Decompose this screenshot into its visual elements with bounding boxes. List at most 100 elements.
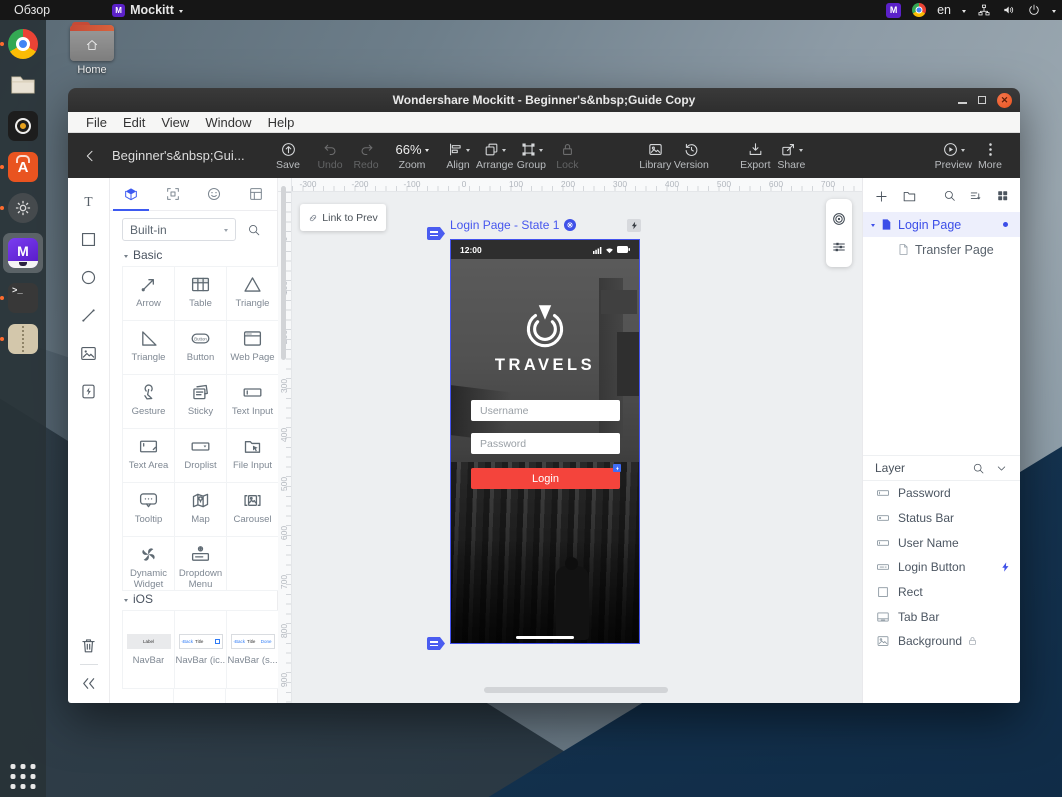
dock-mockitt-icon[interactable]: M xyxy=(3,233,43,273)
version-button[interactable]: Version xyxy=(673,141,709,171)
group-button[interactable]: Group xyxy=(513,141,549,171)
link-to-prev-button[interactable]: Link to Prev xyxy=(300,204,386,231)
horizontal-scrollbar[interactable] xyxy=(484,687,668,693)
status-bar-widget[interactable]: 12:00 xyxy=(451,240,639,259)
menu-file[interactable]: File xyxy=(78,115,115,130)
back-button[interactable] xyxy=(82,148,98,164)
password-input-widget[interactable]: Password xyxy=(471,433,620,454)
language-indicator[interactable]: en xyxy=(937,3,951,17)
show-applications-button[interactable] xyxy=(11,764,36,789)
align-button[interactable]: Align xyxy=(440,141,476,171)
activities-button[interactable]: Обзор xyxy=(14,3,50,17)
menu-help[interactable]: Help xyxy=(260,115,303,130)
focus-target-icon[interactable] xyxy=(831,211,847,227)
layer-item-login-button[interactable]: Login Button xyxy=(863,555,1020,580)
network-icon[interactable] xyxy=(977,3,991,17)
layer-item-background[interactable]: Background xyxy=(863,629,1020,654)
rectangle-tool-icon[interactable] xyxy=(79,230,98,249)
layer-item-status-bar[interactable]: Status Bar xyxy=(863,506,1020,531)
export-button[interactable]: Export xyxy=(737,141,773,171)
add-folder-button[interactable] xyxy=(902,189,917,204)
power-icon[interactable] xyxy=(1027,3,1041,17)
canvas-settings-icon[interactable] xyxy=(831,239,847,255)
dock-terminal-icon[interactable]: >_ xyxy=(7,282,39,314)
layer-item-rect[interactable]: Rect xyxy=(863,580,1020,605)
layer-item-user-name[interactable]: User Name xyxy=(863,530,1020,555)
menu-edit[interactable]: Edit xyxy=(115,115,153,130)
hotspot-tool-icon[interactable] xyxy=(79,382,98,401)
text-tool-icon[interactable]: T xyxy=(79,192,98,211)
project-name[interactable]: Beginner's&nbsp;Gui... xyxy=(112,148,254,163)
widget-dynamic-widget[interactable]: Dynamic Widget xyxy=(123,537,175,591)
widget-text-area[interactable]: Text Area xyxy=(123,429,175,483)
dock-archive-manager-icon[interactable] xyxy=(7,323,39,355)
widget-map[interactable]: Map xyxy=(175,483,227,537)
collapse-layers-icon[interactable] xyxy=(995,462,1008,475)
widget-navbar[interactable]: LabelNavBar xyxy=(123,611,175,689)
image-tool-icon[interactable] xyxy=(79,344,98,363)
widget-library-select[interactable]: Built-in xyxy=(122,218,236,241)
note-tag-icon[interactable] xyxy=(427,227,445,240)
line-tool-icon[interactable] xyxy=(79,306,98,325)
widget-arrow[interactable]: Arrow xyxy=(123,267,175,321)
artboard-title[interactable]: Login Page - State 1 xyxy=(450,218,559,232)
widget-triangle[interactable]: Triangle xyxy=(227,267,279,321)
library-button[interactable]: Library xyxy=(637,141,673,171)
widget-search-button[interactable] xyxy=(243,218,265,241)
dock-settings-icon[interactable] xyxy=(7,192,39,224)
vertical-scrollbar[interactable] xyxy=(281,186,286,360)
widget-carousel[interactable]: Carousel xyxy=(227,483,279,537)
zoom-control[interactable]: 66% Zoom xyxy=(394,141,430,171)
artboard-interaction-chip[interactable] xyxy=(627,219,641,232)
redo-button[interactable]: Redo xyxy=(348,141,384,171)
widget-text-input[interactable]: Text Input xyxy=(227,375,279,429)
dock-ubuntu-software-icon[interactable]: A xyxy=(7,151,39,183)
grid-view-icon[interactable] xyxy=(996,189,1009,203)
widget-tooltip[interactable]: Tooltip xyxy=(123,483,175,537)
layer-item-tab-bar[interactable]: Tab Bar xyxy=(863,604,1020,629)
circle-tool-icon[interactable] xyxy=(79,268,98,287)
more-button[interactable]: More xyxy=(972,141,1008,171)
arrange-button[interactable]: Arrange xyxy=(476,141,513,171)
widget-droplist[interactable]: Droplist xyxy=(175,429,227,483)
search-pages-icon[interactable] xyxy=(943,189,956,203)
close-button[interactable]: ✕ xyxy=(997,93,1012,108)
preview-button[interactable]: Preview xyxy=(935,141,972,171)
maximize-button[interactable] xyxy=(978,96,986,104)
chrome-tray-icon[interactable] xyxy=(912,3,926,17)
tab-templates[interactable] xyxy=(235,178,277,210)
widget-button[interactable]: ButtonButton xyxy=(175,321,227,375)
undo-button[interactable]: Undo xyxy=(312,141,348,171)
add-page-button[interactable] xyxy=(874,189,889,204)
dock-chrome-icon[interactable] xyxy=(7,28,39,60)
trash-icon[interactable] xyxy=(79,636,98,655)
widget-navbar-ic[interactable]: ‹BackTitleNavBar (ic... xyxy=(175,611,227,689)
widget-gesture[interactable]: Gesture xyxy=(123,375,175,429)
basic-section-header[interactable]: Basic xyxy=(124,248,162,262)
login-page-artboard[interactable]: 12:00 TRAVELS xyxy=(450,239,640,644)
chevron-down-icon[interactable] xyxy=(1052,10,1056,15)
username-input-widget[interactable]: Username xyxy=(471,400,620,421)
artboard-state-gear-icon[interactable] xyxy=(564,219,576,231)
tab-icons[interactable] xyxy=(194,178,236,210)
collapse-panel-icon[interactable] xyxy=(79,674,98,693)
share-button[interactable]: Share xyxy=(773,141,809,171)
list-view-icon[interactable] xyxy=(969,189,982,203)
menu-view[interactable]: View xyxy=(153,115,197,130)
ios-section-header[interactable]: iOS xyxy=(124,592,153,606)
widget-navbar-s[interactable]: ‹BackTitleDoneNavBar (s... xyxy=(227,611,279,689)
travels-logo-icon[interactable] xyxy=(517,298,573,354)
login-button-widget[interactable]: Login xyxy=(471,468,620,489)
layer-item-password[interactable]: Password xyxy=(863,481,1020,506)
save-button[interactable]: Save xyxy=(270,141,306,171)
dock-files-icon[interactable] xyxy=(7,69,39,101)
page-item-login-page[interactable]: Login Page xyxy=(863,212,1020,237)
window-titlebar[interactable]: Wondershare Mockitt - Beginner's&nbsp;Gu… xyxy=(68,88,1020,112)
tab-screens[interactable] xyxy=(152,178,194,210)
lock-button[interactable]: Lock xyxy=(549,141,585,171)
widget-file-input[interactable]: File Input xyxy=(227,429,279,483)
minimize-button[interactable] xyxy=(958,102,967,104)
desktop-home-icon[interactable]: Home xyxy=(64,25,120,76)
widget-web-page[interactable]: Web Page xyxy=(227,321,279,375)
page-item-transfer-page[interactable]: Transfer Page xyxy=(863,237,1020,262)
